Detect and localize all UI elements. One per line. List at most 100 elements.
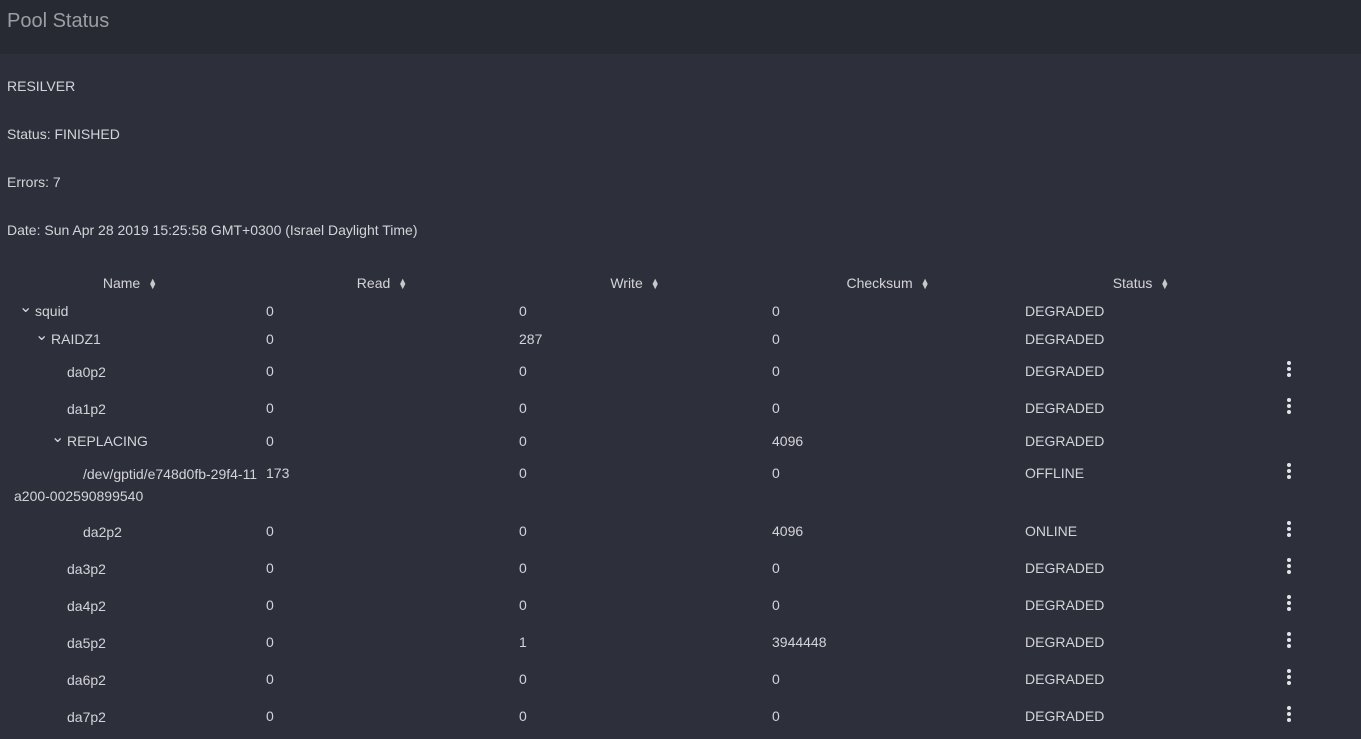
device-name-text: da6p2 xyxy=(67,672,106,688)
device-name: da2p2 xyxy=(14,521,264,543)
write-value: 0 xyxy=(519,303,527,319)
write-value: 0 xyxy=(519,433,527,449)
table-row: da3p2 0 0 0 DEGRADED xyxy=(0,550,1361,587)
write-value: 0 xyxy=(519,708,527,724)
device-name[interactable]: ⌄ RAIDZ1 xyxy=(14,325,264,351)
status-value: DEGRADED xyxy=(1025,597,1105,613)
write-value: 287 xyxy=(519,331,543,347)
read-value: 0 xyxy=(266,303,274,319)
device-name: da6p2 xyxy=(14,669,264,691)
device-name-text: da7p2 xyxy=(67,709,106,725)
read-value: 173 xyxy=(266,465,290,481)
checksum-value: 0 xyxy=(772,303,780,319)
more-vert-icon[interactable] xyxy=(1282,667,1296,687)
dot xyxy=(1287,669,1291,673)
read-value: 0 xyxy=(266,634,274,650)
more-vert-icon[interactable] xyxy=(1282,704,1296,724)
dot xyxy=(1287,638,1291,642)
more-vert-icon[interactable] xyxy=(1282,396,1296,416)
column-header-read[interactable]: Read ▲ ▼ xyxy=(357,275,407,291)
column-label: Checksum xyxy=(846,275,913,291)
sort-updown-icon: ▲ ▼ xyxy=(398,276,408,292)
scan-type: RESILVER xyxy=(7,78,76,94)
dot xyxy=(1287,564,1291,568)
table-header: Name ▲ ▼ Read ▲ ▼ Write ▲ ▼ Checksum ▲ ▼ Status ▲… xyxy=(0,273,1361,293)
device-name-text: RAIDZ1 xyxy=(51,331,101,347)
dot xyxy=(1287,469,1291,473)
column-label: Read xyxy=(356,275,391,291)
dot xyxy=(1287,410,1291,414)
device-name: /dev/gptid/e748d0fb-29f4-11a200-00259089… xyxy=(14,463,264,507)
column-label: Name xyxy=(102,275,141,291)
device-name[interactable]: ⌄ REPLACING xyxy=(14,427,264,453)
checksum-value: 0 xyxy=(772,560,780,576)
more-vert-icon[interactable] xyxy=(1282,359,1296,379)
status-value: DEGRADED xyxy=(1025,363,1105,379)
device-name[interactable]: ⌄ squid xyxy=(14,297,264,323)
device-name-text: da2p2 xyxy=(83,524,122,540)
table-row: da6p2 0 0 0 DEGRADED xyxy=(0,661,1361,698)
dot xyxy=(1287,644,1291,648)
checksum-value: 0 xyxy=(772,708,780,724)
table-row: da2p2 0 0 4096 ONLINE xyxy=(0,513,1361,550)
read-value: 0 xyxy=(266,331,274,347)
checksum-value: 0 xyxy=(772,331,780,347)
scan-status: Status: FINISHED xyxy=(7,126,120,142)
status-value: DEGRADED xyxy=(1025,560,1105,576)
sort-updown-icon: ▲ ▼ xyxy=(148,276,158,292)
table-row: da7p2 0 0 0 DEGRADED xyxy=(0,698,1361,735)
device-name: da5p2 xyxy=(14,632,264,654)
dot xyxy=(1287,595,1291,599)
dot xyxy=(1287,712,1291,716)
chevron-down-icon[interactable]: ⌄ xyxy=(35,325,51,347)
dot xyxy=(1287,570,1291,574)
device-name-text: REPLACING xyxy=(67,433,148,449)
dot xyxy=(1287,558,1291,562)
column-label: Status xyxy=(1112,275,1153,291)
column-header-checksum[interactable]: Checksum ▲ ▼ xyxy=(846,275,929,291)
column-header-write[interactable]: Write ▲ ▼ xyxy=(610,275,659,291)
dot xyxy=(1287,601,1291,605)
device-name-text: da1p2 xyxy=(67,401,106,417)
status-value: DEGRADED xyxy=(1025,634,1105,650)
read-value: 0 xyxy=(266,560,274,576)
dot xyxy=(1287,404,1291,408)
more-vert-icon[interactable] xyxy=(1282,519,1296,539)
chevron-down-icon[interactable]: ⌄ xyxy=(19,297,35,319)
write-value: 0 xyxy=(519,363,527,379)
device-name-text: da3p2 xyxy=(67,561,106,577)
checksum-value: 0 xyxy=(772,400,780,416)
status-value: OFFLINE xyxy=(1025,465,1085,481)
dot xyxy=(1287,475,1291,479)
more-vert-icon[interactable] xyxy=(1282,630,1296,650)
status-value: ONLINE xyxy=(1025,523,1078,539)
status-value: DEGRADED xyxy=(1025,303,1105,319)
read-value: 0 xyxy=(266,597,274,613)
table-row: ⌄ REPLACING 0 0 4096 DEGRADED xyxy=(0,427,1361,455)
device-name: da7p2 xyxy=(14,706,264,728)
dot xyxy=(1287,607,1291,611)
chevron-down-icon[interactable]: ⌄ xyxy=(51,427,67,449)
dot xyxy=(1287,367,1291,371)
column-header-status[interactable]: Status ▲ ▼ xyxy=(1113,275,1170,291)
page-title: Pool Status xyxy=(7,10,110,32)
more-vert-icon[interactable] xyxy=(1282,593,1296,613)
dot xyxy=(1287,681,1291,685)
dot xyxy=(1287,527,1291,531)
dot xyxy=(1287,675,1291,679)
more-vert-icon[interactable] xyxy=(1282,461,1296,481)
device-name-text: da0p2 xyxy=(67,364,106,380)
sort-updown-icon: ▲ ▼ xyxy=(920,276,930,292)
write-value: 0 xyxy=(519,465,527,481)
write-value: 0 xyxy=(519,560,527,576)
table-row: ⌄ RAIDZ1 0 287 0 DEGRADED xyxy=(0,325,1361,353)
scan-date: Date: Sun Apr 28 2019 15:25:58 GMT+0300 … xyxy=(7,222,418,238)
status-value: DEGRADED xyxy=(1025,708,1105,724)
dot xyxy=(1287,718,1291,722)
dot xyxy=(1287,398,1291,402)
checksum-value: 0 xyxy=(772,363,780,379)
checksum-value: 0 xyxy=(772,597,780,613)
column-header-name[interactable]: Name ▲ ▼ xyxy=(103,275,157,291)
device-name: da4p2 xyxy=(14,595,264,617)
more-vert-icon[interactable] xyxy=(1282,556,1296,576)
